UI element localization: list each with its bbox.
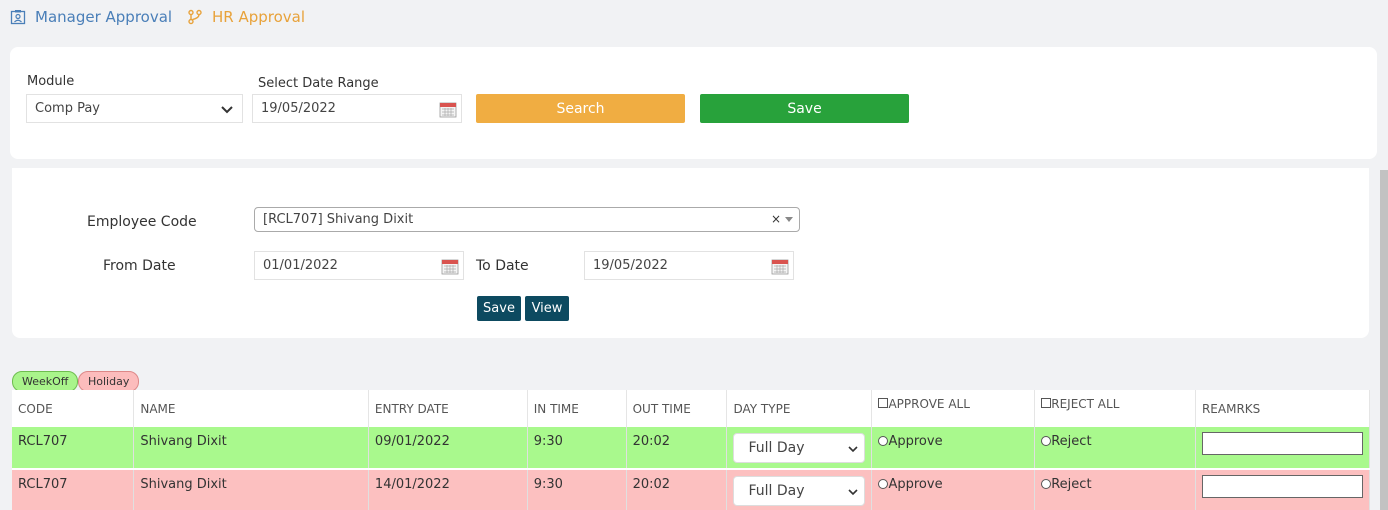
table-header-row: CODE NAME ENTRY DATE IN TIME OUT TIME DA… — [12, 390, 1371, 427]
col-in-time-header: IN TIME — [527, 390, 627, 427]
approve-label: Approve — [888, 434, 943, 449]
cell-reject: Reject — [1034, 468, 1196, 510]
employee-card: Employee Code [RCL707] Shivang Dixit × F… — [12, 168, 1369, 338]
cell-out-time: 20:02 — [626, 468, 728, 510]
col-day-type-header: DAY TYPE — [726, 390, 873, 427]
reject-all-checkbox[interactable] — [1041, 398, 1052, 408]
date-range-label: Select Date Range — [258, 76, 379, 91]
employee-save-button[interactable]: Save — [477, 296, 521, 321]
module-value: Comp Pay — [35, 101, 100, 116]
employee-code-value: [RCL707] Shivang Dixit — [263, 212, 414, 227]
calendar-icon[interactable] — [439, 100, 457, 118]
day-type-value: Full Day — [748, 440, 805, 456]
id-badge-icon — [10, 10, 26, 25]
approval-table: CODE NAME ENTRY DATE IN TIME OUT TIME DA… — [12, 390, 1371, 510]
remarks-input[interactable] — [1201, 432, 1363, 455]
clear-icon[interactable]: × — [771, 212, 781, 226]
approve-label: Approve — [888, 477, 943, 492]
chevron-down-icon — [848, 489, 859, 496]
employee-code-select[interactable]: [RCL707] Shivang Dixit × — [254, 207, 800, 232]
to-date-value: 19/05/2022 — [593, 258, 668, 273]
scrollbar[interactable] — [1380, 170, 1388, 510]
tab-manager-approval[interactable]: Manager Approval — [10, 8, 172, 26]
save-button[interactable]: Save — [700, 94, 909, 123]
holiday-legend: Holiday — [78, 371, 140, 392]
reject-all-label: REJECT ALL — [1051, 397, 1120, 411]
cell-approve: Approve — [871, 468, 1036, 510]
approval-tabs: Manager Approval HR Approval — [0, 0, 1388, 36]
calendar-icon[interactable] — [771, 257, 789, 275]
to-date-label: To Date — [476, 258, 529, 274]
reject-label: Reject — [1051, 434, 1092, 449]
employee-code-label: Employee Code — [87, 214, 197, 230]
col-out-time-header: OUT TIME — [626, 390, 728, 427]
calendar-icon[interactable] — [441, 257, 459, 275]
cell-approve: Approve — [871, 427, 1036, 469]
reject-label: Reject — [1051, 477, 1092, 492]
to-date-input[interactable]: 19/05/2022 — [584, 251, 794, 280]
weekoff-legend: WeekOff — [12, 371, 79, 392]
day-type-select[interactable]: Full Day — [733, 476, 866, 506]
cell-name: Shivang Dixit — [133, 427, 369, 469]
reject-radio[interactable] — [1041, 436, 1052, 446]
col-code-header: CODE — [12, 390, 135, 427]
tab-hr-approval[interactable]: HR Approval — [187, 8, 305, 26]
branch-icon — [188, 9, 202, 25]
tab-hr-approval-label: HR Approval — [212, 8, 306, 26]
remarks-input[interactable] — [1201, 475, 1363, 498]
col-name-header: NAME — [133, 390, 369, 427]
cell-name: Shivang Dixit — [133, 468, 369, 510]
search-button[interactable]: Search — [476, 94, 685, 123]
cell-in-time: 9:30 — [527, 427, 627, 469]
approve-all-label: APPROVE ALL — [888, 397, 970, 411]
day-type-value: Full Day — [748, 483, 805, 499]
from-date-input[interactable]: 01/01/2022 — [254, 251, 464, 280]
col-reject-all-header: REJECT ALL — [1034, 390, 1196, 427]
module-select[interactable]: Comp Pay — [26, 94, 243, 123]
cell-day-type: Full Day — [726, 427, 873, 469]
tab-manager-approval-label: Manager Approval — [35, 8, 173, 26]
approve-radio[interactable] — [878, 479, 889, 489]
approve-all-checkbox[interactable] — [878, 398, 889, 408]
cell-code: RCL707 — [12, 468, 135, 510]
day-type-select[interactable]: Full Day — [733, 433, 866, 463]
col-approve-all-header: APPROVE ALL — [871, 390, 1036, 427]
chevron-down-icon — [221, 106, 233, 114]
cell-reject: Reject — [1034, 427, 1196, 469]
module-label: Module — [27, 74, 75, 89]
filter-card: Module Comp Pay Select Date Range 19/05/… — [10, 47, 1377, 159]
cell-entry-date: 09/01/2022 — [368, 427, 528, 469]
cell-remarks — [1195, 468, 1371, 510]
cell-day-type: Full Day — [726, 468, 873, 510]
cell-entry-date: 14/01/2022 — [368, 468, 528, 510]
cell-remarks — [1195, 427, 1371, 469]
col-remarks-header: REAMRKS — [1195, 390, 1371, 427]
from-date-value: 01/01/2022 — [263, 258, 338, 273]
table-row: RCL707 Shivang Dixit 09/01/2022 9:30 20:… — [12, 427, 1371, 469]
cell-code: RCL707 — [12, 427, 135, 469]
cell-out-time: 20:02 — [626, 427, 728, 469]
reject-radio[interactable] — [1041, 479, 1052, 489]
approve-radio[interactable] — [878, 436, 889, 446]
date-range-value: 19/05/2022 — [261, 101, 336, 116]
table-row: RCL707 Shivang Dixit 14/01/2022 9:30 20:… — [12, 468, 1371, 510]
view-button[interactable]: View — [525, 296, 569, 321]
from-date-label: From Date — [103, 258, 176, 274]
col-entry-date-header: ENTRY DATE — [368, 390, 528, 427]
cell-in-time: 9:30 — [527, 468, 627, 510]
chevron-down-icon — [848, 446, 859, 453]
date-range-input[interactable]: 19/05/2022 — [252, 94, 462, 123]
caret-down-icon — [785, 217, 793, 222]
